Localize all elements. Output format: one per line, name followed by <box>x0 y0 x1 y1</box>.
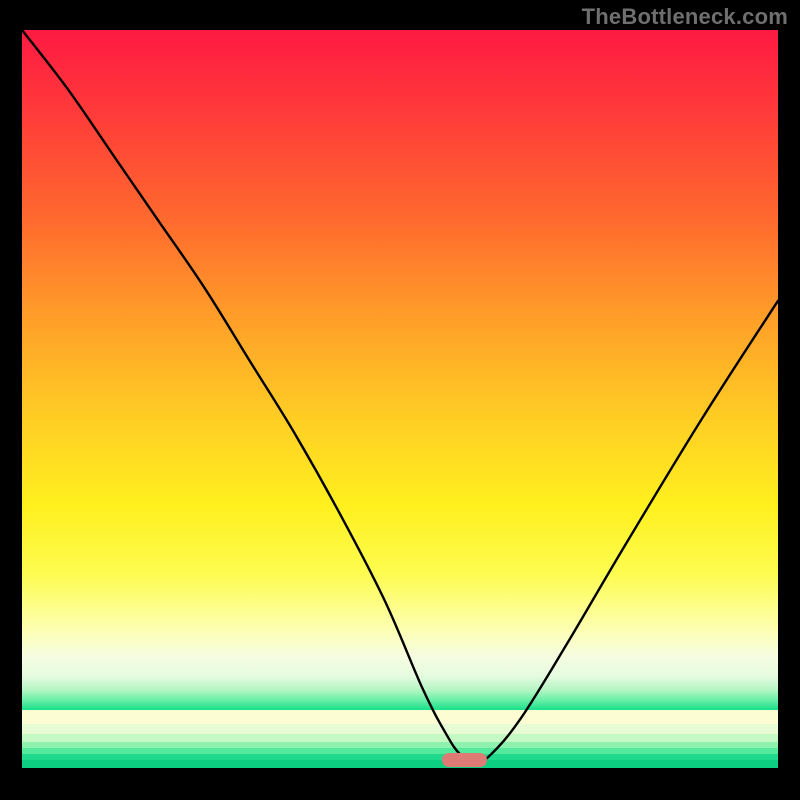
band-stripe <box>22 724 778 734</box>
watermark-text: TheBottleneck.com <box>582 4 788 30</box>
optimal-marker <box>442 753 487 767</box>
plot-area <box>22 30 778 778</box>
green-floor <box>22 760 778 768</box>
axis-base <box>22 768 778 778</box>
band-stripe <box>22 710 778 724</box>
chart-frame: TheBottleneck.com <box>0 0 800 800</box>
gradient-background <box>22 30 778 710</box>
band-stripe <box>22 734 778 742</box>
